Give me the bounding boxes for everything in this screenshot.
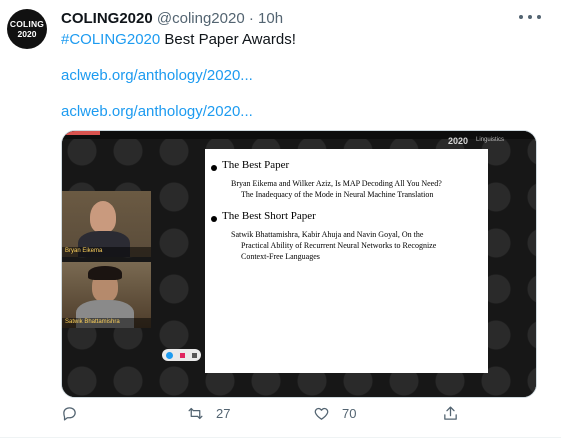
camera-name: Bryan Eikema <box>65 248 103 254</box>
speaker-camera-2: Satwik Bhattamishra <box>62 262 151 328</box>
avatar[interactable]: COLING 2020 <box>7 9 47 49</box>
presentation-slide: The Best Paper Bryan Eikema and Wilker A… <box>205 149 488 373</box>
speaker-camera-1: Bryan Eikema <box>62 191 151 257</box>
anthology-link-1[interactable]: aclweb.org/anthology/2020... <box>61 67 253 84</box>
video-progress-indicator <box>62 131 100 135</box>
tweet[interactable]: COLING 2020 COLING2020 @coling2020 · 10h… <box>0 0 561 438</box>
avatar-text-line2: 2020 <box>17 29 37 39</box>
anthology-link-2[interactable]: aclweb.org/anthology/2020... <box>61 103 253 120</box>
hashtag-link[interactable]: #COLING2020 <box>61 31 160 48</box>
slide-paper1-line1: Bryan Eikema and Wilker Aziz, Is MAP Dec… <box>231 179 442 188</box>
reply-icon <box>63 407 76 421</box>
slide-paper1-line2: The Inadequacy of the Mode in Neural Mac… <box>241 190 434 199</box>
share-button[interactable] <box>442 405 459 422</box>
more-options-icon[interactable] <box>519 10 541 24</box>
author-name[interactable]: COLING2020 <box>61 10 153 27</box>
heart-icon <box>314 407 329 420</box>
retweet-icon <box>188 407 203 420</box>
camera-name-tag: Bryan Eikema <box>62 247 151 257</box>
record-icon[interactable] <box>179 352 185 358</box>
tweet-header: COLING2020 @coling2020 · 10h <box>61 10 283 27</box>
camera-name: Satwik Bhattamishra <box>65 319 120 325</box>
camera-toggle-icon[interactable] <box>165 351 173 359</box>
reply-button[interactable] <box>61 405 78 422</box>
avatar-text-line1: COLING <box>9 19 45 29</box>
bullet-icon <box>211 165 217 171</box>
author-handle[interactable]: @coling2020 <box>157 10 245 27</box>
share-icon <box>444 406 457 420</box>
tweet-actions: 27 70 <box>0 405 561 429</box>
tweet-timestamp[interactable]: 10h <box>258 10 283 27</box>
retweet-count: 27 <box>216 406 231 421</box>
person-hair <box>88 266 122 280</box>
slide-heading-best-short-paper: The Best Short Paper <box>222 210 316 222</box>
tweet-text-body: Best Paper Awards! <box>160 31 296 48</box>
slide-paper2-line1: Satwik Bhattamishra, Kabir Ahuja and Nav… <box>231 230 424 239</box>
pen-icon[interactable] <box>192 352 198 358</box>
conference-year-label: 2020 <box>448 136 469 146</box>
like-button[interactable]: 70 <box>313 405 356 422</box>
slide-paper2-line2: Practical Ability of Recurrent Neural Ne… <box>241 241 437 250</box>
separator-dot: · <box>248 10 254 27</box>
retweet-button[interactable]: 27 <box>187 405 230 422</box>
bullet-icon <box>211 216 217 222</box>
like-count: 70 <box>342 406 357 421</box>
meeting-controls[interactable] <box>162 349 201 361</box>
person-face <box>90 201 116 233</box>
tweet-text: #COLING2020 Best Paper Awards! <box>61 31 296 48</box>
video-media[interactable]: 2020 Linguistics The Best Paper Bryan Ei… <box>61 130 537 398</box>
conference-brand-label: Linguistics <box>476 137 505 143</box>
slide-heading-best-paper: The Best Paper <box>222 159 290 171</box>
slide-paper2-line3: Context-Free Languages <box>241 252 320 261</box>
camera-name-tag: Satwik Bhattamishra <box>62 318 151 328</box>
